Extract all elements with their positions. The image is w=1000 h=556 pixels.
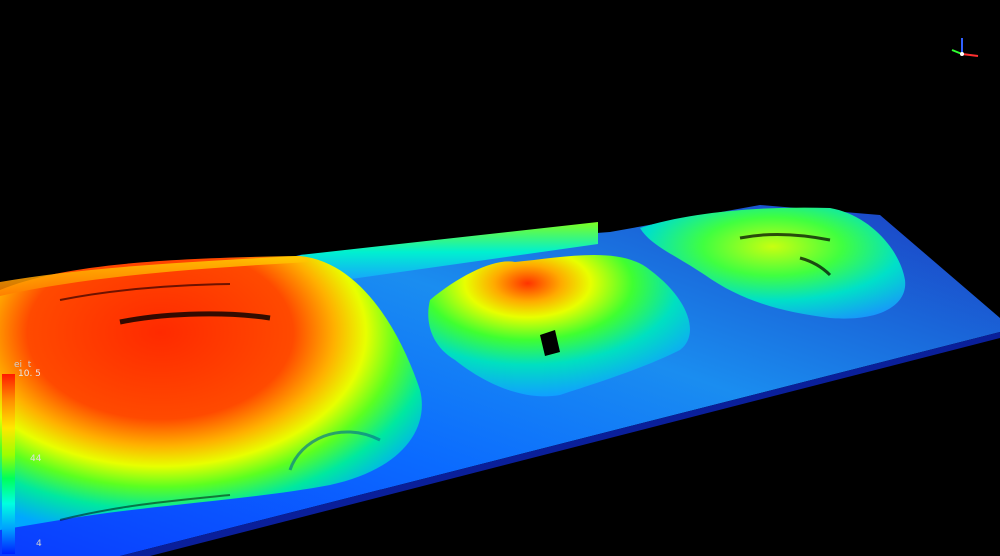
color-scale-bar	[2, 374, 15, 554]
legend-mid-value: 44	[30, 454, 42, 464]
point-cloud-viewport[interactable]: ei t 10. 5 44 4	[0, 0, 1000, 556]
terrain-heightmap-render	[0, 205, 1000, 556]
axes-orientation-icon	[951, 38, 979, 57]
height-color-legend: ei t 10. 5 44 4	[0, 360, 60, 556]
legend-min-value: 4	[36, 539, 42, 549]
legend-max-value: 10. 5	[18, 369, 41, 379]
